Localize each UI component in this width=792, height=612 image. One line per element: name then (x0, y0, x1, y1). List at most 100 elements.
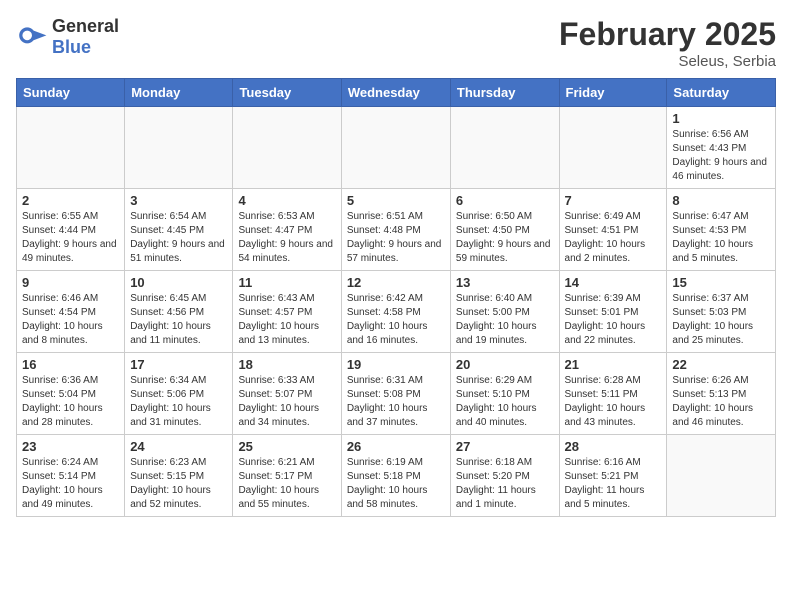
day-number: 21 (565, 357, 662, 372)
logo-blue-text: Blue (52, 37, 91, 57)
col-wednesday: Wednesday (341, 79, 450, 107)
day-info: Sunrise: 6:49 AM Sunset: 4:51 PM Dayligh… (565, 210, 662, 266)
col-friday: Friday (559, 79, 667, 107)
day-cell: 25 Sunrise: 6:21 AM Sunset: 5:17 PM Dayli… (233, 435, 341, 517)
day-number: 10 (130, 275, 227, 290)
week-row-0: 1Sunrise: 6:56 AM Sunset: 4:43 PM Daylig… (17, 107, 776, 189)
day-info: Sunrise: 6:31 AM Sunset: 5:08 PM Dayligh… (347, 374, 445, 430)
day-cell: 21 Sunrise: 6:28 AM Sunset: 5:11 PM Dayli… (559, 353, 667, 435)
day-info: Sunrise: 6:51 AM Sunset: 4:48 PM Dayligh… (347, 210, 445, 266)
day-info: Sunrise: 6:18 AM Sunset: 5:20 PM Dayligh… (456, 456, 554, 512)
day-info: Sunrise: 6:55 AM Sunset: 4:44 PM Dayligh… (22, 210, 119, 266)
day-info: Sunrise: 6:47 AM Sunset: 4:53 PM Dayligh… (672, 210, 770, 266)
logo-icon (16, 21, 48, 53)
day-cell: 9 Sunrise: 6:46 AM Sunset: 4:54 PM Daylig… (17, 271, 125, 353)
day-number: 26 (347, 439, 445, 454)
day-number: 9 (22, 275, 119, 290)
day-cell (125, 107, 233, 189)
col-saturday: Saturday (667, 79, 776, 107)
day-number: 14 (565, 275, 662, 290)
calendar-table: Sunday Monday Tuesday Wednesday Thursday… (16, 78, 776, 517)
day-cell: 28 Sunrise: 6:16 AM Sunset: 5:21 PM Dayli… (559, 435, 667, 517)
day-cell: 15 Sunrise: 6:37 AM Sunset: 5:03 PM Dayli… (667, 271, 776, 353)
day-number: 13 (456, 275, 554, 290)
day-number: 7 (565, 193, 662, 208)
day-number: 24 (130, 439, 227, 454)
calendar-title-block: February 2025 Seleus, Serbia (559, 16, 776, 70)
day-cell: 6 Sunrise: 6:50 AM Sunset: 4:50 PM Daylig… (450, 189, 559, 271)
day-number: 18 (238, 357, 335, 372)
day-info: Sunrise: 6:33 AM Sunset: 5:07 PM Dayligh… (238, 374, 335, 430)
col-sunday: Sunday (17, 79, 125, 107)
day-cell (341, 107, 450, 189)
day-cell (559, 107, 667, 189)
day-info: Sunrise: 6:39 AM Sunset: 5:01 PM Dayligh… (565, 292, 662, 348)
day-info: Sunrise: 6:46 AM Sunset: 4:54 PM Dayligh… (22, 292, 119, 348)
day-cell: 26Sunrise: 6:19 AM Sunset: 5:18 PM Dayli… (341, 435, 450, 517)
day-info: Sunrise: 6:40 AM Sunset: 5:00 PM Dayligh… (456, 292, 554, 348)
day-info: Sunrise: 6:34 AM Sunset: 5:06 PM Dayligh… (130, 374, 227, 430)
day-number: 15 (672, 275, 770, 290)
day-info: Sunrise: 6:24 AM Sunset: 5:14 PM Dayligh… (22, 456, 119, 512)
day-cell: 16Sunrise: 6:36 AM Sunset: 5:04 PM Dayli… (17, 353, 125, 435)
day-cell: 17 Sunrise: 6:34 AM Sunset: 5:06 PM Dayli… (125, 353, 233, 435)
calendar-subtitle: Seleus, Serbia (559, 53, 776, 70)
logo-general-text: General (52, 16, 119, 36)
day-cell: 12 Sunrise: 6:42 AM Sunset: 4:58 PM Dayli… (341, 271, 450, 353)
day-cell: 3Sunrise: 6:54 AM Sunset: 4:45 PM Daylig… (125, 189, 233, 271)
day-number: 19 (347, 357, 445, 372)
day-info: Sunrise: 6:53 AM Sunset: 4:47 PM Dayligh… (238, 210, 335, 266)
day-number: 4 (238, 193, 335, 208)
week-row-4: 23 Sunrise: 6:24 AM Sunset: 5:14 PM Dayli… (17, 435, 776, 517)
day-cell (233, 107, 341, 189)
day-number: 2 (22, 193, 119, 208)
day-number: 8 (672, 193, 770, 208)
calendar-header-row: Sunday Monday Tuesday Wednesday Thursday… (17, 79, 776, 107)
day-cell: 19 Sunrise: 6:31 AM Sunset: 5:08 PM Dayli… (341, 353, 450, 435)
day-info: Sunrise: 6:50 AM Sunset: 4:50 PM Dayligh… (456, 210, 554, 266)
day-number: 6 (456, 193, 554, 208)
day-number: 12 (347, 275, 445, 290)
day-number: 3 (130, 193, 227, 208)
day-cell (450, 107, 559, 189)
day-number: 22 (672, 357, 770, 372)
day-cell: 4 Sunrise: 6:53 AM Sunset: 4:47 PM Daylig… (233, 189, 341, 271)
day-number: 5 (347, 193, 445, 208)
col-thursday: Thursday (450, 79, 559, 107)
week-row-2: 9 Sunrise: 6:46 AM Sunset: 4:54 PM Daylig… (17, 271, 776, 353)
page-header: General Blue February 2025 Seleus, Serbi… (16, 16, 776, 70)
day-number: 20 (456, 357, 554, 372)
day-info: Sunrise: 6:21 AM Sunset: 5:17 PM Dayligh… (238, 456, 335, 512)
day-cell: 10Sunrise: 6:45 AM Sunset: 4:56 PM Dayli… (125, 271, 233, 353)
day-number: 25 (238, 439, 335, 454)
day-number: 11 (238, 275, 335, 290)
col-monday: Monday (125, 79, 233, 107)
day-cell: 20 Sunrise: 6:29 AM Sunset: 5:10 PM Dayli… (450, 353, 559, 435)
day-number: 16 (22, 357, 119, 372)
day-cell: 1Sunrise: 6:56 AM Sunset: 4:43 PM Daylig… (667, 107, 776, 189)
day-cell (667, 435, 776, 517)
day-info: Sunrise: 6:29 AM Sunset: 5:10 PM Dayligh… (456, 374, 554, 430)
day-cell: 23 Sunrise: 6:24 AM Sunset: 5:14 PM Dayli… (17, 435, 125, 517)
day-number: 1 (672, 111, 770, 126)
day-cell: 27Sunrise: 6:18 AM Sunset: 5:20 PM Dayli… (450, 435, 559, 517)
day-number: 23 (22, 439, 119, 454)
day-cell: 2 Sunrise: 6:55 AM Sunset: 4:44 PM Daylig… (17, 189, 125, 271)
day-info: Sunrise: 6:28 AM Sunset: 5:11 PM Dayligh… (565, 374, 662, 430)
day-info: Sunrise: 6:37 AM Sunset: 5:03 PM Dayligh… (672, 292, 770, 348)
day-info: Sunrise: 6:42 AM Sunset: 4:58 PM Dayligh… (347, 292, 445, 348)
day-number: 17 (130, 357, 227, 372)
col-tuesday: Tuesday (233, 79, 341, 107)
day-info: Sunrise: 6:16 AM Sunset: 5:21 PM Dayligh… (565, 456, 662, 512)
day-info: Sunrise: 6:43 AM Sunset: 4:57 PM Dayligh… (238, 292, 335, 348)
week-row-3: 16Sunrise: 6:36 AM Sunset: 5:04 PM Dayli… (17, 353, 776, 435)
day-number: 28 (565, 439, 662, 454)
calendar-title: February 2025 (559, 16, 776, 53)
day-cell: 7 Sunrise: 6:49 AM Sunset: 4:51 PM Daylig… (559, 189, 667, 271)
day-cell (17, 107, 125, 189)
week-row-1: 2 Sunrise: 6:55 AM Sunset: 4:44 PM Daylig… (17, 189, 776, 271)
day-cell: 5 Sunrise: 6:51 AM Sunset: 4:48 PM Daylig… (341, 189, 450, 271)
day-cell: 13 Sunrise: 6:40 AM Sunset: 5:00 PM Dayli… (450, 271, 559, 353)
day-info: Sunrise: 6:23 AM Sunset: 5:15 PM Dayligh… (130, 456, 227, 512)
day-cell: 18 Sunrise: 6:33 AM Sunset: 5:07 PM Dayli… (233, 353, 341, 435)
